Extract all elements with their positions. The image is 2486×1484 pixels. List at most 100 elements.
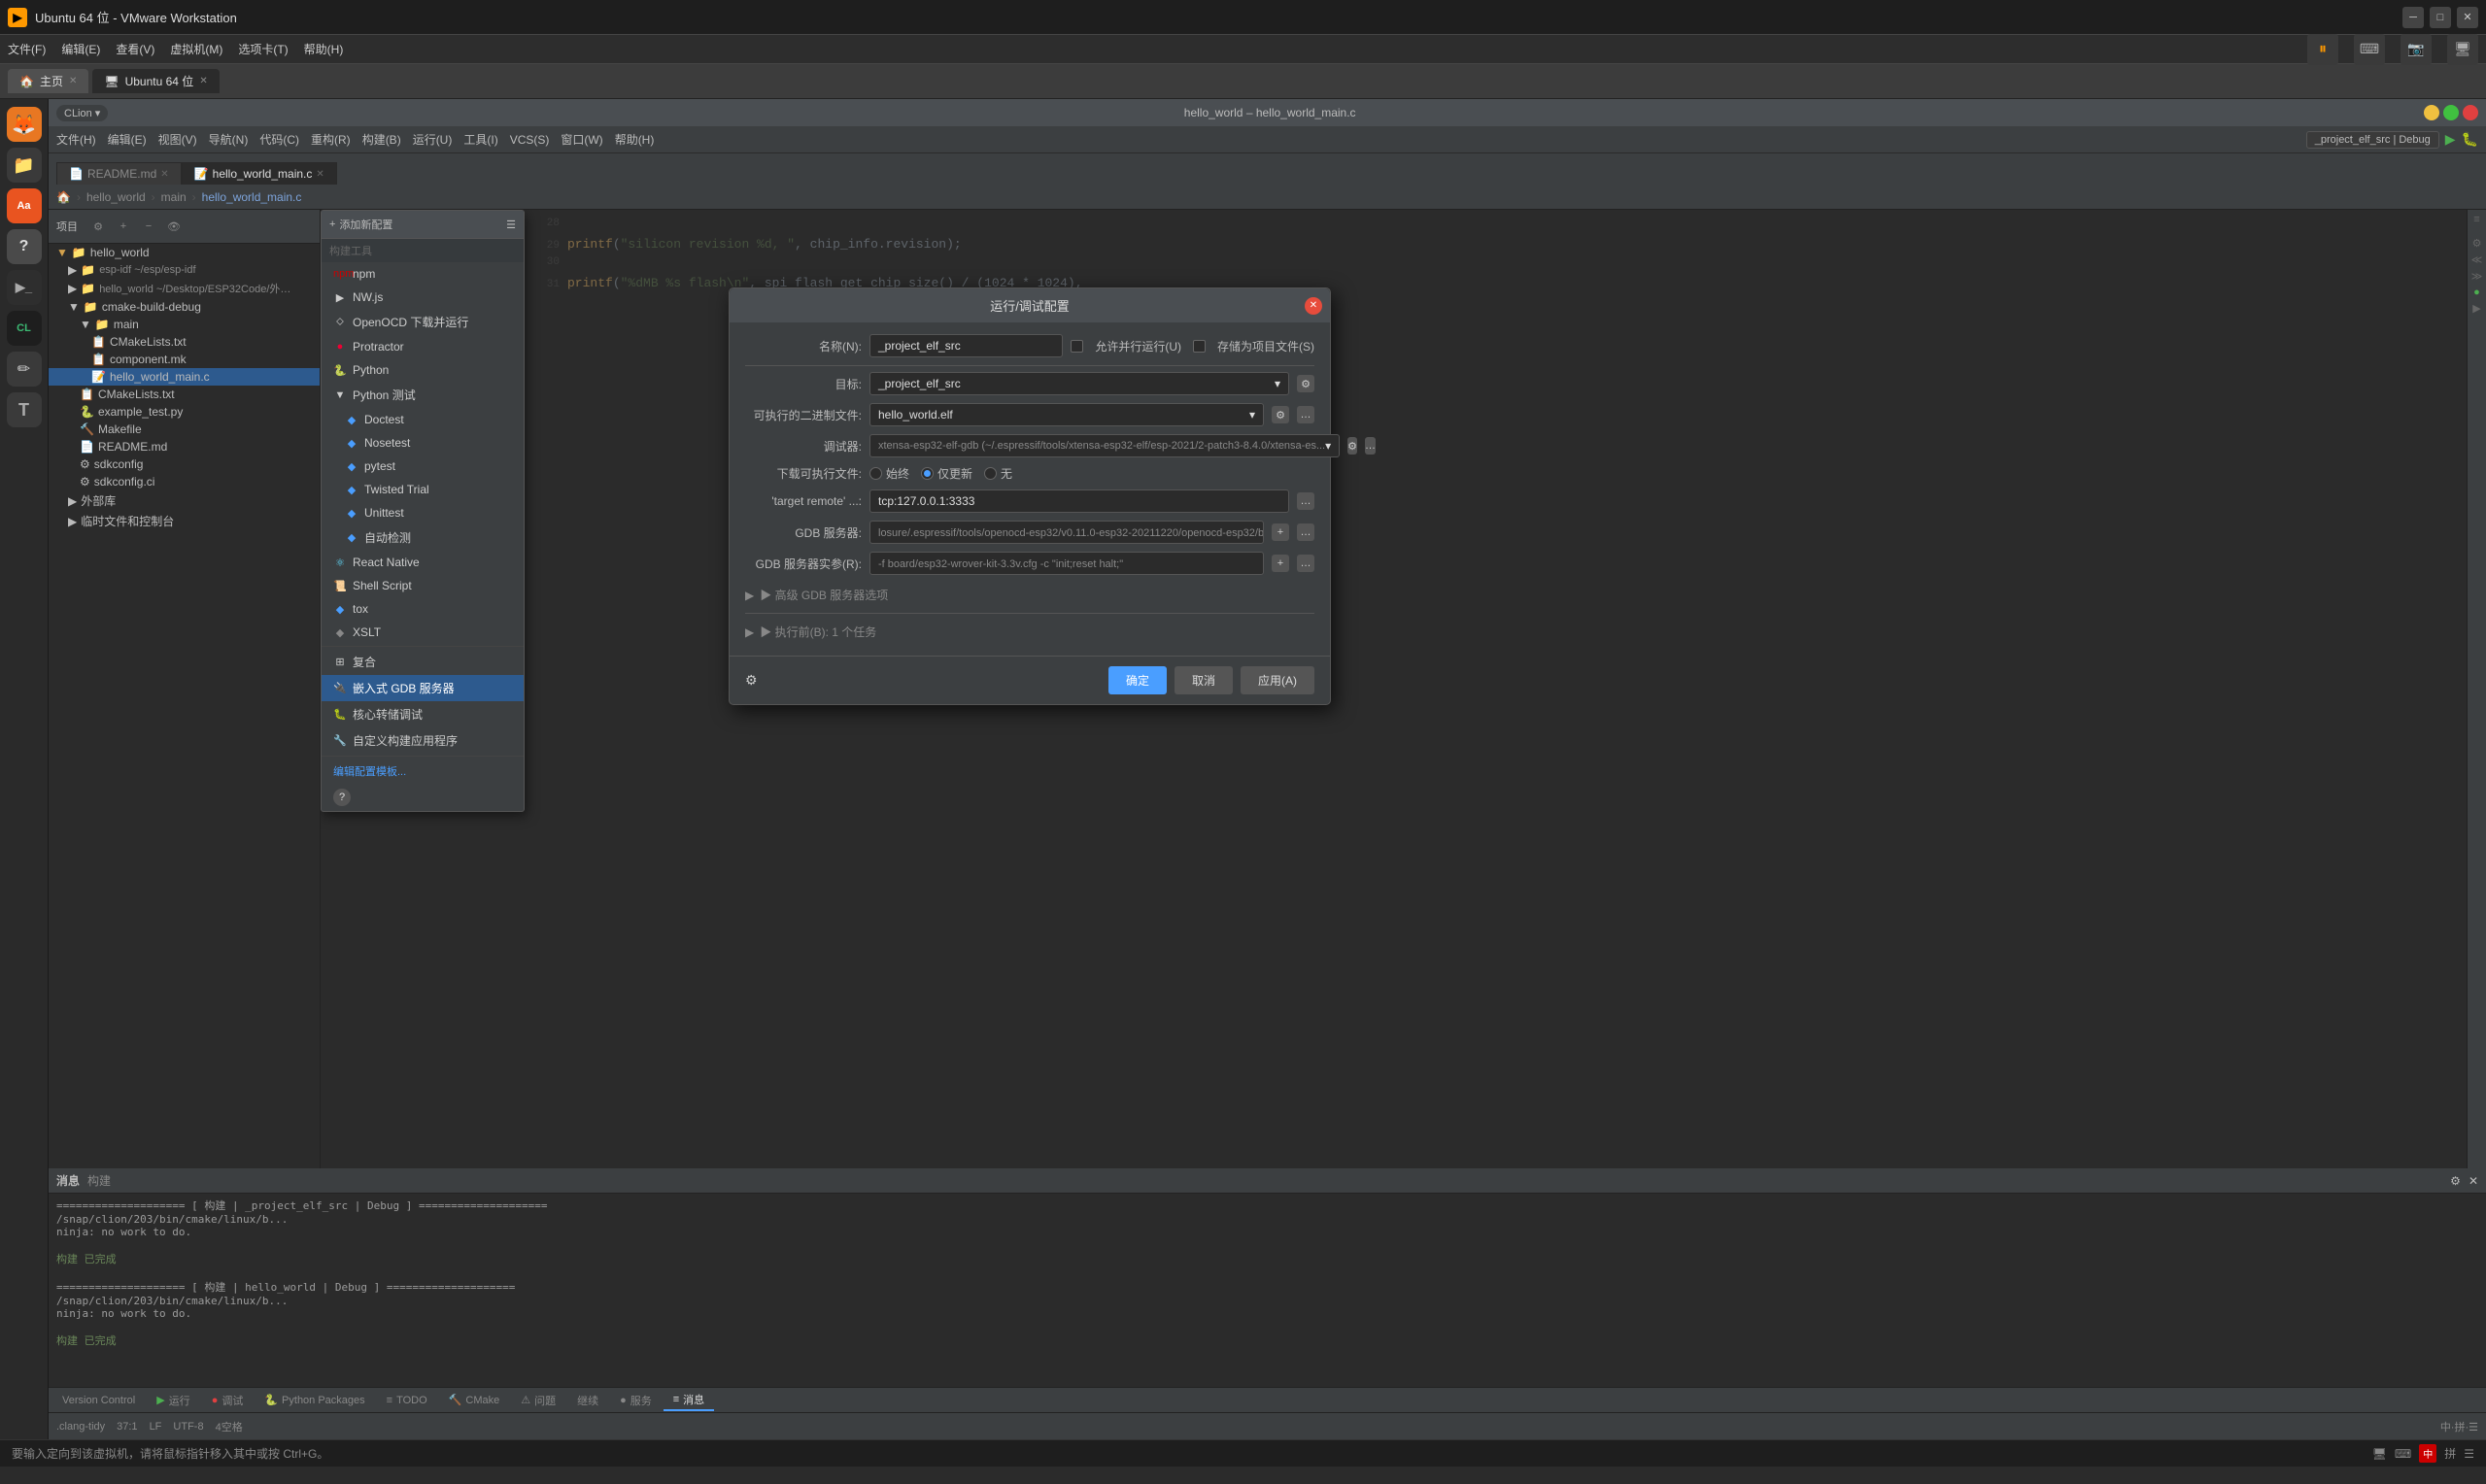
clion-menu-build[interactable]: 构建(B) <box>362 131 401 148</box>
tab-todo[interactable]: ≡ TODO <box>377 1393 437 1408</box>
ubuntu-tab[interactable]: 🖥 Ubuntu 64 位 ✕ <box>92 69 219 93</box>
tree-sdkconfig[interactable]: ⚙ sdkconfig <box>49 455 320 473</box>
menu-vm[interactable]: 虚拟机(M) <box>170 41 222 57</box>
tab-main-c[interactable]: 📝 hello_world_main.c ✕ <box>182 162 337 185</box>
home-tab-close[interactable]: ✕ <box>69 76 77 86</box>
menu-view[interactable]: 查看(V) <box>116 41 154 57</box>
right-sidebar-icon-3[interactable]: ≪ <box>2471 253 2483 266</box>
config-item-twisted[interactable]: ◆ Twisted Trial <box>322 478 524 501</box>
config-item-tox[interactable]: ◆ tox <box>322 597 524 621</box>
config-item-python[interactable]: 🐍 Python <box>322 358 524 382</box>
clion-menu-window[interactable]: 窗口(W) <box>561 131 602 148</box>
tree-readme[interactable]: 📄 README.md <box>49 438 320 455</box>
right-sidebar-icon-6[interactable]: ▶ <box>2472 302 2480 315</box>
config-item-autodetect[interactable]: ◆ 自动检测 <box>322 524 524 551</box>
clion-menu-code[interactable]: 代码(C) <box>259 131 299 148</box>
config-item-nwjs[interactable]: ▶ NW.js <box>322 286 524 309</box>
home-tab[interactable]: 🏠 主页 ✕ <box>8 69 88 93</box>
dialog-close-btn[interactable]: ✕ <box>1305 297 1322 315</box>
typeface-icon[interactable]: T <box>7 392 42 427</box>
right-sidebar-icon-5[interactable]: ● <box>2473 287 2480 298</box>
config-item-npm[interactable]: npm npm <box>322 262 524 286</box>
gdb-server-add[interactable]: + <box>1272 523 1289 541</box>
never-radio[interactable] <box>984 467 997 480</box>
firefox-icon[interactable]: 🦊 <box>7 107 42 142</box>
clion-menu-run[interactable]: 运行(U) <box>413 131 453 148</box>
tab-messages[interactable]: ≡ 消息 <box>664 1390 714 1411</box>
console-close[interactable]: ✕ <box>2469 1174 2478 1188</box>
console-gear[interactable]: ⚙ <box>2450 1174 2461 1188</box>
view-button[interactable]: 🖥 <box>2447 34 2478 65</box>
tree-external-lib[interactable]: ▶ 外部库 <box>49 490 320 511</box>
dropdown-settings-icon[interactable]: ☰ <box>506 219 516 231</box>
clion-maximize-btn[interactable] <box>2443 105 2459 120</box>
advanced-gdb-row[interactable]: ▶ ▶ 高级 GDB 服务器选项 <box>745 583 1314 607</box>
config-item-python-test[interactable]: ▼ Python 测试 <box>322 382 524 408</box>
menu-tab[interactable]: 选项卡(T) <box>238 41 288 57</box>
project-add-btn[interactable]: + <box>113 216 134 237</box>
menu-help[interactable]: 帮助(H) <box>304 41 344 57</box>
target-remote-gear[interactable]: … <box>1297 492 1314 510</box>
clion-menu-navigate[interactable]: 导航(N) <box>209 131 249 148</box>
clion-icon[interactable]: CL <box>7 311 42 346</box>
target-select[interactable]: _project_elf_src ▾ <box>869 372 1289 395</box>
config-item-react-native[interactable]: ⚛ React Native <box>322 551 524 574</box>
messages-tab[interactable]: 消息 <box>56 1172 80 1189</box>
clion-menu-tools[interactable]: 工具(I) <box>463 131 497 148</box>
clion-menu-file[interactable]: 文件(H) <box>56 131 96 148</box>
tree-main-folder[interactable]: ▼ 📁 main <box>49 316 320 333</box>
config-item-openocd[interactable]: ⬦ OpenOCD 下载并运行 <box>322 309 524 335</box>
menu-edit[interactable]: 编辑(E) <box>61 41 100 57</box>
update-only-radio[interactable] <box>921 467 934 480</box>
project-gear-btn[interactable]: ⚙ <box>87 216 109 237</box>
debugger-gear[interactable]: ⚙ <box>1347 437 1357 455</box>
minimize-button[interactable]: ─ <box>2402 7 2424 28</box>
download-never[interactable]: 无 <box>984 465 1012 482</box>
tab-cmake[interactable]: 🔨 CMake <box>439 1392 510 1408</box>
files-icon[interactable]: 📁 <box>7 148 42 183</box>
always-radio[interactable] <box>869 467 882 480</box>
executable-select[interactable]: hello_world.elf ▾ <box>869 403 1264 426</box>
right-sidebar-icon-2[interactable]: ⚙ <box>2472 237 2482 250</box>
tab-readme[interactable]: 📄 README.md ✕ <box>56 162 182 185</box>
tab-run[interactable]: ▶ 运行 <box>147 1391 199 1410</box>
ubuntu-tab-close[interactable]: ✕ <box>199 76 207 86</box>
tree-hello-world[interactable]: ▼ 📁 hello_world <box>49 244 320 261</box>
clion-menu-edit[interactable]: 编辑(E) <box>108 131 147 148</box>
pause-button[interactable]: ⏸ <box>2307 34 2338 65</box>
right-sidebar-icon-1[interactable]: ≡ <box>2473 214 2479 225</box>
ubuntu-software-icon[interactable]: Aa <box>7 188 42 223</box>
config-item-help[interactable]: ? <box>322 784 524 811</box>
tree-esp-idf[interactable]: ▶ 📁 esp-idf ~/esp/esp-idf <box>49 261 320 279</box>
config-item-embedded-gdb[interactable]: 🔌 嵌入式 GDB 服务器 <box>322 675 524 701</box>
tree-cmakelists[interactable]: 📋 CMakeLists.txt <box>49 333 320 351</box>
terminal-icon[interactable]: ▶_ <box>7 270 42 305</box>
tab-problems[interactable]: ⚠ 问题 <box>511 1391 565 1410</box>
before-launch-row[interactable]: ▶ ▶ 执行前(B): 1 个任务 <box>745 620 1314 644</box>
clion-menu-vcs[interactable]: VCS(S) <box>510 133 550 147</box>
snapshot-button[interactable]: 📷 <box>2401 34 2432 65</box>
tree-example-test[interactable]: 🐍 example_test.py <box>49 403 320 421</box>
download-update-only[interactable]: 仅更新 <box>921 465 972 482</box>
debugger-select[interactable]: xtensa-esp32-elf-gdb (~/.espressif/tools… <box>869 434 1340 457</box>
tab-version-control[interactable]: Version Control <box>52 1393 145 1408</box>
config-item-core-dump[interactable]: 🐛 核心转储调试 <box>322 701 524 727</box>
cancel-button[interactable]: 取消 <box>1175 666 1233 694</box>
target-remote-input[interactable]: tcp:127.0.0.1:3333 <box>869 489 1289 513</box>
download-always[interactable]: 始终 <box>869 465 909 482</box>
text-editor-icon[interactable]: ✏ <box>7 352 42 387</box>
confirm-button[interactable]: 确定 <box>1108 666 1167 694</box>
config-item-xslt[interactable]: ◆ XSLT <box>322 621 524 644</box>
build-tab[interactable]: 构建 <box>87 1172 111 1189</box>
maximize-button[interactable]: □ <box>2430 7 2451 28</box>
clion-app-menu[interactable]: CLion ▾ <box>56 105 108 121</box>
send-ctrl-alt-del[interactable]: ⌨ <box>2354 34 2385 65</box>
tree-sdkconfig-ci[interactable]: ⚙ sdkconfig.ci <box>49 473 320 490</box>
tree-cmake-root[interactable]: 📋 CMakeLists.txt <box>49 386 320 403</box>
config-item-compound[interactable]: ⊞ 复合 <box>322 649 524 675</box>
main-c-tab-close[interactable]: ✕ <box>316 169 324 180</box>
tree-temp-files[interactable]: ▶ 临时文件和控制台 <box>49 511 320 531</box>
tree-hello-world-sub[interactable]: ▶ 📁 hello_world ~/Desktop/ESP32Code/外设接口… <box>49 279 320 298</box>
gdb-server-input[interactable]: losure/.espressif/tools/openocd-esp32/v0… <box>869 521 1264 544</box>
tab-continue[interactable]: 继续 <box>567 1391 608 1410</box>
